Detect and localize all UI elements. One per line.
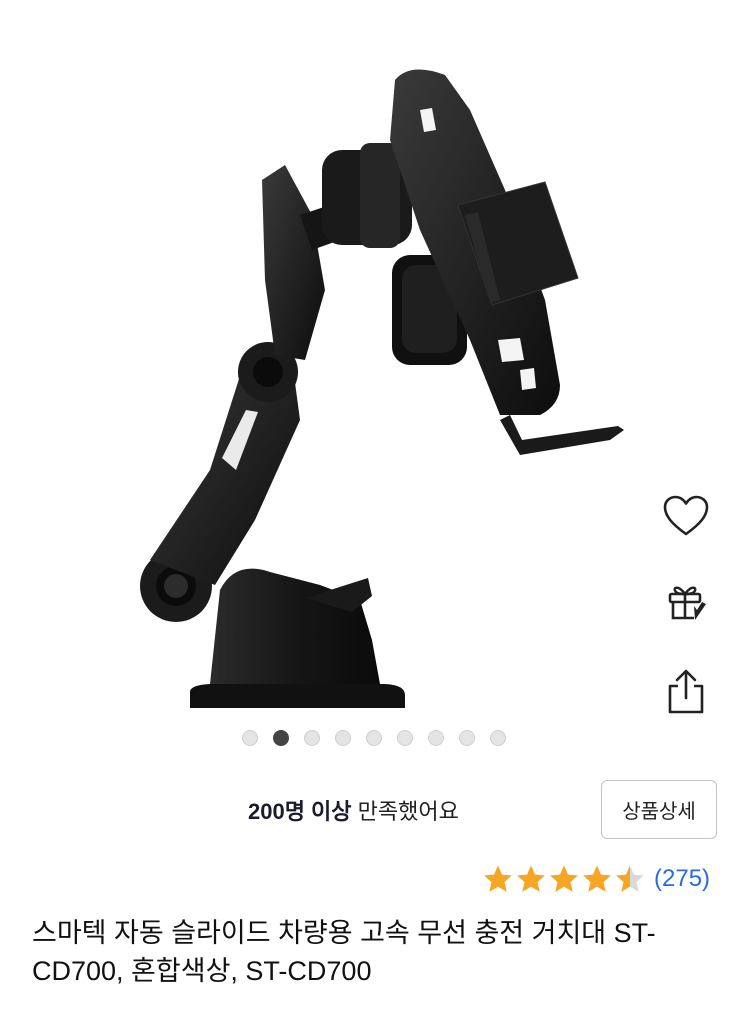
star-icon — [583, 865, 611, 892]
star-icon — [484, 865, 512, 892]
product-title: 스마텍 자동 슬라이드 차량용 고속 무선 충전 거치대 ST-CD700, 혼… — [32, 918, 656, 986]
product-image[interactable] — [0, 0, 750, 720]
gallery-dot[interactable] — [428, 730, 444, 746]
gallery-dot[interactable] — [242, 730, 258, 746]
gallery-dot[interactable] — [490, 730, 506, 746]
rating-count[interactable]: (275) — [654, 865, 710, 893]
gallery-dot[interactable] — [335, 730, 351, 746]
gallery-dot[interactable] — [397, 730, 413, 746]
star-icon — [616, 865, 644, 892]
gallery-pagination — [242, 730, 506, 746]
gift-icon — [668, 586, 706, 620]
star-icon — [517, 865, 545, 892]
satisfaction-rest: 만족했어요 — [351, 799, 459, 824]
gallery-dot[interactable] — [273, 730, 289, 746]
product-detail-button[interactable]: 상품상세 — [601, 780, 717, 839]
wishlist-button[interactable] — [656, 488, 716, 544]
gallery-dot[interactable] — [304, 730, 320, 746]
share-icon — [668, 669, 704, 714]
rating[interactable]: (275) — [482, 864, 710, 894]
car-phone-mount-image — [140, 69, 624, 708]
rating-stars — [482, 864, 646, 894]
gallery-dot[interactable] — [366, 730, 382, 746]
satisfaction-highlight: 200명 이상 — [248, 799, 352, 824]
share-button[interactable] — [656, 664, 716, 720]
satisfaction-text: 200명 이상 만족했어요 — [248, 794, 459, 826]
gift-button[interactable] — [656, 574, 716, 630]
gallery-dot[interactable] — [459, 730, 475, 746]
heart-icon — [663, 495, 709, 536]
star-icon — [550, 865, 578, 892]
